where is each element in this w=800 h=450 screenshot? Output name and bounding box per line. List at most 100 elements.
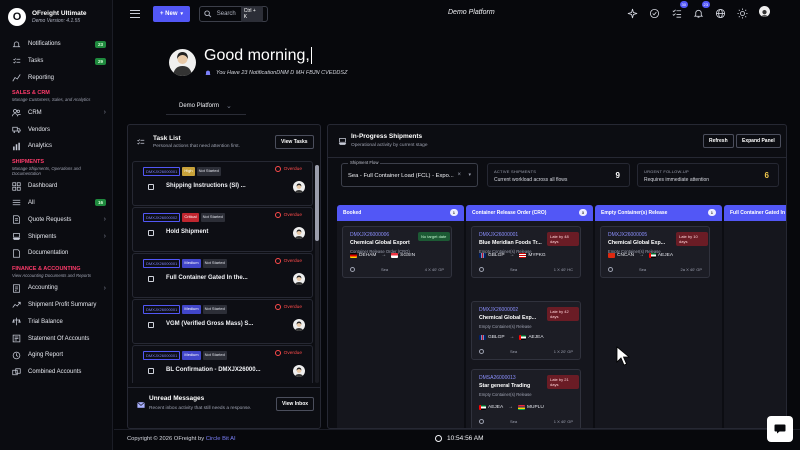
shipment-card[interactable]: DMSA26000013 Star general Trading Empty Co… <box>471 369 581 428</box>
origin-port: CNCAN <box>617 253 635 258</box>
view-inbox-button[interactable]: View Inbox <box>276 397 315 411</box>
shipment-card[interactable]: DMXJX26000005 Chemical Global Exp... Empty… <box>600 226 710 278</box>
urgent-followup-stat: URGENT FOLLOW-UP Requires immediate atte… <box>637 163 779 187</box>
sidebar-nav: Notifications 23 Tasks 29 Reporting SALES & C… <box>0 33 112 381</box>
sidebar-item-tasks[interactable]: Tasks 29 <box>0 53 112 70</box>
menu-icon[interactable] <box>130 9 140 18</box>
task-checkbox[interactable] <box>148 276 154 282</box>
chevron-down-icon[interactable]: ▾ <box>468 172 471 178</box>
sidebar-item-notifications[interactable]: Notifications 23 <box>0 36 112 53</box>
sidebar-item-shipment-profit-summary[interactable]: Shipment Profit Summary <box>0 297 112 314</box>
shipment-id: DMXJX26000005 <box>608 232 648 238</box>
search-bar[interactable]: Search Ctrl + K <box>199 5 268 22</box>
task-checkbox[interactable] <box>148 322 154 328</box>
refresh-button[interactable]: Refresh <box>703 134 734 148</box>
scrollbar[interactable] <box>315 165 319 383</box>
shipment-card[interactable]: DMXJX26000002 Chemical Global Exp... Empty… <box>471 301 581 360</box>
status-tag: Not Started <box>202 351 227 360</box>
section-subtitle: Manage Customers, Sales, and Analytics <box>12 97 91 103</box>
sidebar-item-label: All <box>28 199 35 206</box>
profit-icon <box>12 300 21 309</box>
platform-select[interactable]: Demo Platform ⌄ <box>179 102 232 110</box>
task-checkbox[interactable] <box>148 368 154 374</box>
clock-icon <box>435 435 442 442</box>
due-status: Overdue <box>274 166 302 172</box>
scrollbar-thumb[interactable] <box>315 165 319 241</box>
sidebar-item-analytics[interactable]: Analytics <box>0 138 112 155</box>
shipments-kanban: Booked 1 DMXJX26000006 Chemical Global Expo… <box>337 205 786 428</box>
shipment-card[interactable]: DMXJX26000006 Chemical Global Export Conta… <box>342 226 452 278</box>
sparkle-icon[interactable] <box>627 6 638 19</box>
topbar: + New ▾ Search Ctrl + K Demo Platform 30 … <box>114 0 800 27</box>
sidebar-item-dashboard[interactable]: Dashboard <box>0 178 112 195</box>
tasks-icon <box>12 57 21 66</box>
clear-icon[interactable]: × <box>457 172 461 178</box>
aging-icon <box>12 351 21 360</box>
brand[interactable]: O OFreight Ultimate Demo Version: 4.1.55 <box>0 0 112 33</box>
stat-value: 9 <box>615 171 620 180</box>
chat-button[interactable] <box>767 416 793 442</box>
shipments-panel-title: In-Progress Shipments <box>351 133 423 140</box>
sidebar-item-reporting[interactable]: Reporting <box>0 70 112 87</box>
sidebar-item-documentation[interactable]: Documentation <box>0 245 112 262</box>
tasks-icon[interactable]: 30 <box>671 1 688 18</box>
shipment-card[interactable]: DMXJX26000001 Blue Meridian Foods Tr... Em… <box>471 226 581 278</box>
flag-icon <box>648 253 656 258</box>
new-button[interactable]: + New ▾ <box>153 5 190 22</box>
sidebar-item-crm[interactable]: CRM › <box>0 104 112 121</box>
task-list: DMXJX26000001 High Not Started Overdue Shipp… <box>132 161 313 383</box>
task-card[interactable]: DMXJX26000001 Medium Not Started Overdue VGM… <box>132 299 313 344</box>
check-circle-icon[interactable] <box>649 6 660 19</box>
chat-icon <box>774 424 786 434</box>
task-card[interactable]: DMXJX26000001 Medium Not Started Overdue BL … <box>132 345 313 383</box>
column-count: 1 <box>707 209 716 216</box>
user-avatar[interactable] <box>759 6 770 17</box>
app-version: Demo Version: 4.1.55 <box>32 17 81 24</box>
notifications-badge: 23 <box>701 1 710 8</box>
column-title: Empty Container(s) Release <box>601 210 668 216</box>
task-card[interactable]: DMXJX26000001 Medium Not Started Overdue Ful… <box>132 253 313 298</box>
sidebar-item-label: Shipment Profit Summary <box>28 301 97 308</box>
arrow-right-icon: → <box>509 335 515 340</box>
task-id-tag: DMXJX26000002 <box>143 213 181 222</box>
sidebar-item-vendors[interactable]: Vendors <box>0 121 112 138</box>
sidebar-item-trial-balance[interactable]: Trial Balance <box>0 313 112 330</box>
task-card[interactable]: DMXJX26000002 Critical Not Started Overdue H… <box>132 207 313 252</box>
shipment-flow-label: Shipment Flow <box>348 160 381 165</box>
route: CNCAN → AEJEA <box>608 253 673 258</box>
delay-badge: No target date <box>418 232 450 241</box>
task-card[interactable]: DMXJX26000001 High Not Started Overdue Shipp… <box>132 161 313 206</box>
sidebar-item-combined-accounts[interactable]: Combined Accounts <box>0 364 112 381</box>
sidebar-item-aging-report[interactable]: Aging Report <box>0 347 112 364</box>
greeting-subtitle-text: You Have 23 NotificationDNM D MH FBJN CV… <box>216 70 348 76</box>
company-link[interactable]: Circle Bit AI <box>206 436 236 442</box>
chevron-right-icon: › <box>103 109 106 117</box>
flag-icon <box>518 405 525 410</box>
delay-badge: Late by 42 days <box>547 307 579 321</box>
destination-port: SGSIN <box>400 253 416 258</box>
combined-icon <box>12 368 21 377</box>
sun-icon[interactable] <box>737 6 748 19</box>
sidebar-item-label: Analytics <box>28 143 53 150</box>
sidebar-item-shipments[interactable]: Shipments › <box>0 228 112 245</box>
section-subtitle: View Accounting Documents and Reports <box>12 272 92 278</box>
expand-panel-button[interactable]: Expand Panel <box>736 134 781 148</box>
status-tag: Not Started <box>202 305 227 314</box>
ship-icon <box>338 138 347 145</box>
bell-icon[interactable]: 23 <box>693 1 710 18</box>
delay-badge: Late by 48 days <box>547 232 579 246</box>
sidebar-item-accounting[interactable]: Accounting › <box>0 280 112 297</box>
shipment-id: DMXJX26000006 <box>350 232 390 238</box>
arrow-right-icon: → <box>381 253 387 258</box>
destination-port: AEJEA <box>657 253 674 258</box>
globe-icon[interactable] <box>715 6 726 19</box>
sidebar-item-statement-of-accounts[interactable]: Statement Of Accounts <box>0 330 112 347</box>
task-checkbox[interactable] <box>148 230 154 236</box>
transport-mode: Sea <box>381 267 389 272</box>
sidebar-item-all[interactable]: All 16 <box>0 195 112 212</box>
sidebar-item-quote-requests[interactable]: Quote Requests › <box>0 211 112 228</box>
shipment-flow-select[interactable]: Shipment Flow Sea - Full Container Load … <box>341 160 478 187</box>
view-tasks-button[interactable]: View Tasks <box>275 135 314 149</box>
task-checkbox[interactable] <box>148 184 154 190</box>
ship-mode-icon <box>479 349 484 354</box>
